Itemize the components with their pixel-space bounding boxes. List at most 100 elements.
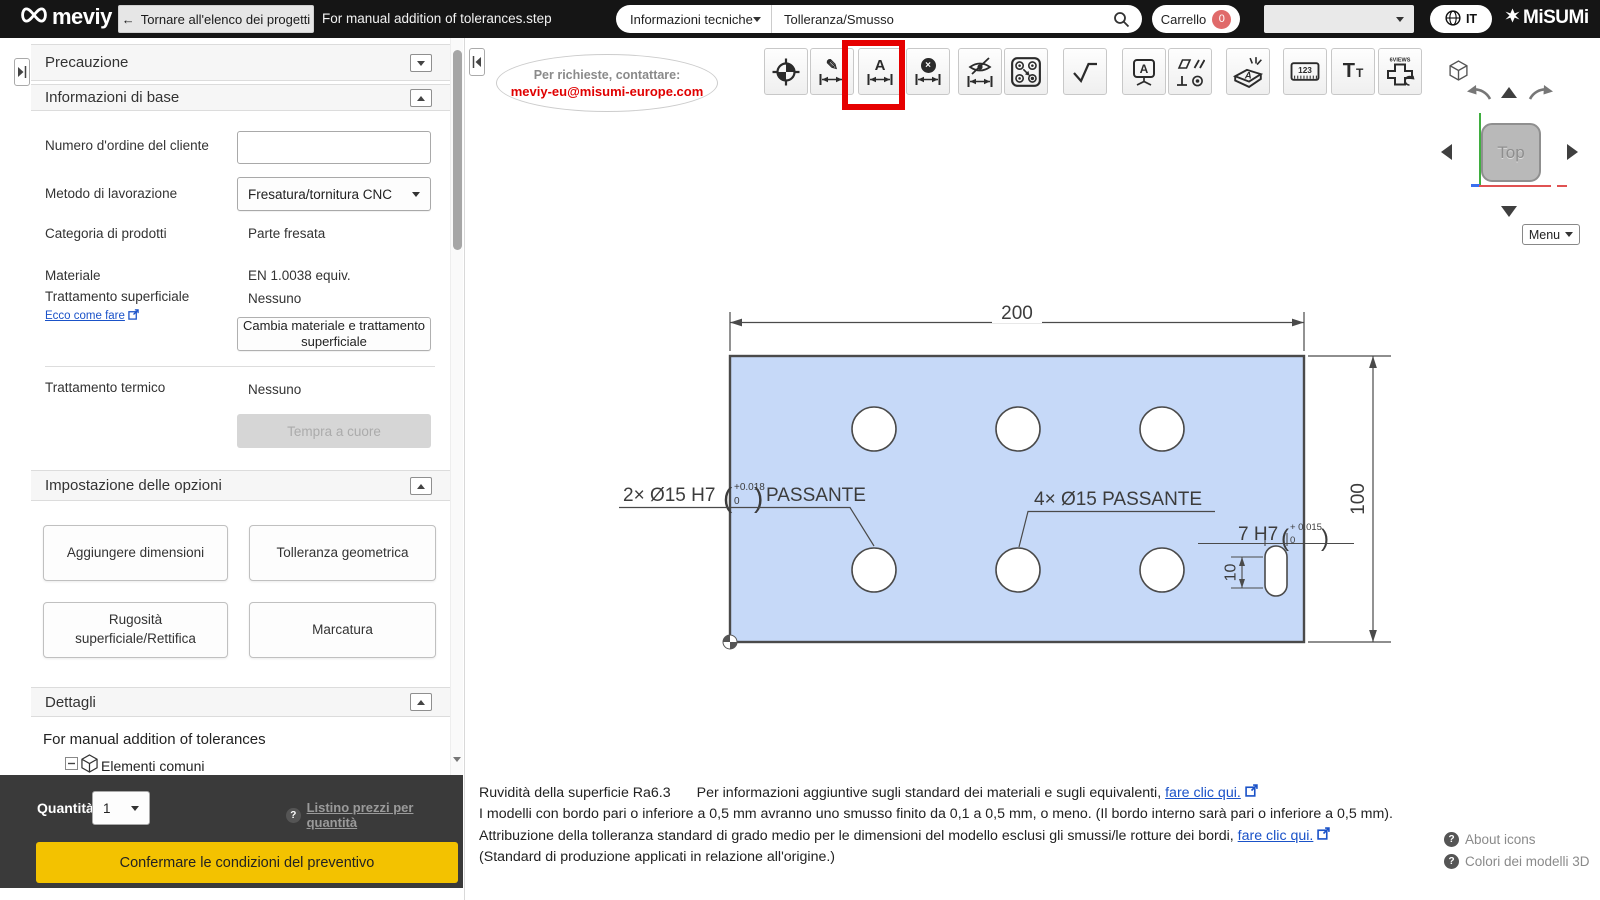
- model-colors-link[interactable]: ? Colori dei modelli 3D: [1444, 854, 1590, 869]
- tolerance-standards-link[interactable]: fare clic qui.: [1238, 828, 1314, 844]
- bar-chevron-left-icon: [472, 56, 481, 68]
- confirm-quote-button[interactable]: Confermare le condizioni del preventivo: [36, 842, 458, 883]
- project-select-dropdown[interactable]: [1264, 5, 1414, 33]
- external-link-icon: [1245, 784, 1258, 801]
- top-bar: meviy ← Tornare all'elenco dei progetti …: [0, 0, 1600, 38]
- eye-slash-icon: [968, 56, 992, 75]
- cube-icon[interactable]: [1449, 60, 1468, 86]
- hole[interactable]: [851, 406, 897, 452]
- tree-collapse-icon[interactable]: [65, 757, 78, 775]
- hole[interactable]: [1139, 547, 1185, 593]
- meviy-logo[interactable]: meviy: [18, 4, 112, 30]
- dimension-base-icon: [819, 74, 845, 85]
- language-button[interactable]: IT: [1430, 5, 1492, 33]
- method-select[interactable]: Fresatura/tornitura CNC: [237, 177, 431, 211]
- chevron-down-icon: [412, 191, 420, 197]
- hole[interactable]: [995, 547, 1041, 593]
- letter-a-icon: A: [874, 57, 886, 74]
- cad-drawing[interactable]: 200 100 2× Ø15 H7 ( +0.018 0 ) PASSANTE …: [561, 280, 1421, 680]
- add-dimensions-button[interactable]: Aggiungere dimensioni: [43, 525, 228, 581]
- hide-dimension-button[interactable]: [958, 48, 1002, 95]
- geometric-tolerance-button[interactable]: Tolleranza geometrica: [249, 525, 436, 581]
- text-size-button[interactable]: T T: [1331, 48, 1375, 95]
- quote-footer: Quantità 1 ? Listino prezzi per quantità…: [0, 775, 463, 888]
- slot-tol-bottom: 0: [1290, 535, 1295, 546]
- collapse-toggle-precauzione[interactable]: [410, 54, 432, 72]
- holes4-label[interactable]: 4× Ø15 PASSANTE: [1034, 489, 1202, 510]
- collapse-toggle-opzioni[interactable]: [410, 477, 432, 495]
- hole[interactable]: [1139, 406, 1185, 452]
- holes2-tol-bottom: 0: [734, 496, 740, 507]
- view-menu-button[interactable]: Menu: [1522, 224, 1580, 245]
- dim-width-label[interactable]: 200: [1001, 303, 1033, 324]
- x-circle-icon: ×: [920, 58, 936, 73]
- heat-treatment-value: Nessuno: [248, 382, 302, 397]
- slot-hole[interactable]: [1264, 545, 1288, 597]
- viewer-canvas[interactable]: Per richieste, contattare: meviy-eu@misu…: [464, 38, 1600, 900]
- search-category-dropdown[interactable]: Informazioni tecniche: [616, 5, 772, 33]
- delete-dimension-button[interactable]: ×: [906, 48, 950, 95]
- holes2-prefix[interactable]: 2× Ø15 H7: [623, 485, 715, 506]
- dimension-base-icon: [967, 75, 993, 87]
- order-number-input[interactable]: [237, 131, 431, 164]
- order-number-label: Numero d'ordine del cliente: [45, 138, 209, 153]
- geometric-tolerance-tool-button[interactable]: [1168, 48, 1212, 95]
- marking-button[interactable]: Marcatura: [249, 602, 436, 658]
- rotate-left-icon[interactable]: [1463, 84, 1493, 111]
- expand-panel-handle[interactable]: [14, 58, 30, 86]
- meviy-app: meviy ← Tornare all'elenco dei progetti …: [0, 0, 1600, 900]
- text-size-icon: T T: [1342, 60, 1364, 82]
- about-icons-link[interactable]: ? About icons: [1444, 832, 1536, 847]
- dim-slot-label[interactable]: 10: [1223, 564, 1240, 582]
- hole-pattern-button[interactable]: [1004, 48, 1048, 95]
- rotate-down-icon[interactable]: [1501, 206, 1517, 217]
- rotate-up-icon[interactable]: [1501, 87, 1517, 98]
- datum-target-button[interactable]: [764, 48, 808, 95]
- marking-sign-button[interactable]: A: [1122, 48, 1166, 95]
- add-dimension-button[interactable]: ✎: [810, 48, 854, 95]
- rotate-right-icon[interactable]: [1527, 84, 1557, 111]
- viewcube-top-face[interactable]: Top: [1481, 123, 1541, 182]
- hole[interactable]: [851, 547, 897, 593]
- quantity-select[interactable]: 1: [92, 791, 150, 825]
- collapse-panel-handle[interactable]: [469, 48, 485, 76]
- svg-text:6VIEWS: 6VIEWS: [1390, 58, 1411, 64]
- back-to-projects-button[interactable]: ← Tornare all'elenco dei progetti: [118, 5, 314, 33]
- hardening-button: Tempra a cuore: [237, 414, 431, 448]
- dim-height-label[interactable]: 100: [1348, 483, 1369, 515]
- change-material-button[interactable]: Cambia materiale e trattamento superfici…: [237, 317, 431, 351]
- surface-treatment-value: Nessuno: [248, 291, 302, 306]
- roughness-check-icon: [1073, 62, 1097, 83]
- slot-prefix[interactable]: 7 H7: [1238, 524, 1278, 545]
- engraving-stamp-button[interactable]: A: [1226, 48, 1270, 95]
- stamp-icon: A: [1232, 56, 1264, 88]
- section-header-opzioni: Impostazione delle opzioni: [31, 470, 450, 501]
- six-views-button[interactable]: 6VIEWS: [1378, 48, 1422, 95]
- scrollbar-thumb[interactable]: [453, 50, 462, 250]
- collapse-toggle-informazioni[interactable]: [410, 89, 432, 107]
- collapse-toggle-dettagli[interactable]: [410, 693, 432, 711]
- surface-roughness-tool-button[interactable]: [1063, 48, 1107, 95]
- price-list-link[interactable]: Listino prezzi per quantità: [307, 800, 463, 830]
- misumi-logo[interactable]: MiSUMi: [1505, 7, 1589, 29]
- measure-numbers-button[interactable]: 123: [1283, 48, 1327, 95]
- contact-bubble: Per richieste, contattare: meviy-eu@misu…: [496, 54, 718, 112]
- sidebar-scrollbar[interactable]: [450, 38, 463, 779]
- product-category-label: Categoria di prodotti: [45, 226, 167, 241]
- howto-link[interactable]: Ecco come fare: [45, 310, 125, 322]
- add-text-dimension-button[interactable]: A: [858, 48, 902, 95]
- material-standards-link[interactable]: fare clic qui.: [1165, 785, 1241, 801]
- holes2-suffix[interactable]: PASSANTE: [766, 485, 866, 506]
- pencil-icon: ✎: [825, 57, 839, 74]
- hole[interactable]: [995, 406, 1041, 452]
- rotate-right-step-icon[interactable]: [1567, 144, 1578, 160]
- contact-email[interactable]: meviy-eu@misumi-europe.com: [511, 84, 704, 99]
- surface-roughness-button[interactable]: Rugosità superficiale/Rettifica: [43, 602, 228, 658]
- rotate-left-step-icon[interactable]: [1441, 144, 1452, 160]
- search-icon[interactable]: [1113, 11, 1142, 28]
- file-title: For manual addition of tolerances.step: [322, 11, 552, 26]
- search-input[interactable]: [772, 11, 1113, 27]
- chevron-up-icon: [417, 699, 425, 705]
- cart-button[interactable]: Carrello 0: [1152, 5, 1240, 33]
- chevron-up-icon: [417, 483, 425, 489]
